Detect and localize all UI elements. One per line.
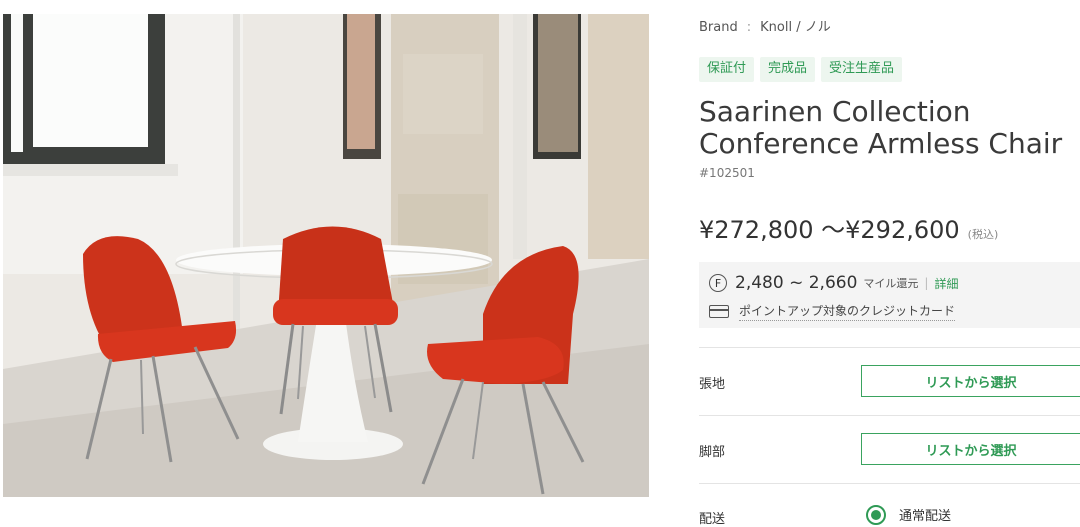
shipping-radio[interactable] (866, 505, 886, 525)
tag-warranty: 保証付 (699, 57, 755, 82)
miles-detail-link[interactable]: 詳細 (934, 275, 958, 292)
divider (699, 483, 1080, 484)
product-photo-illustration (3, 14, 649, 497)
miles-unit: マイル還元 (863, 277, 919, 290)
divider (699, 415, 1080, 416)
brand-name[interactable]: Knoll / ノル (760, 20, 831, 35)
miles-range: 2,480 ~ 2,660 (735, 273, 858, 293)
product-info-panel: Brand: Knoll / ノル 保証付 完成品 受注生産品 Saarinen … (699, 0, 1080, 527)
select-upholstery-button[interactable]: リストから選択 (861, 365, 1080, 397)
tag-made-to-order: 受注生産品 (821, 57, 903, 82)
credit-card-icon (709, 305, 729, 318)
product-sku: #102501 (699, 166, 755, 180)
product-title-line1: Saarinen Collection (699, 95, 971, 128)
brand-separator: : (746, 20, 752, 35)
product-title-line2: Conference Armless Chair (699, 127, 1063, 160)
select-base-button[interactable]: リストから選択 (861, 433, 1080, 465)
price-range: ¥272,800 ～¥292,600 (699, 216, 960, 244)
price: ¥272,800 ～¥292,600 (税込) (699, 210, 998, 245)
tax-note: (税込) (967, 228, 999, 241)
divider (699, 347, 1080, 348)
shipping-label: 配送 (699, 512, 726, 527)
shipping-option-label[interactable]: 通常配送 (899, 505, 951, 524)
miles-separator: | (924, 276, 929, 290)
tag-assembled: 完成品 (760, 57, 816, 82)
miles-box: F 2,480 ~ 2,660 マイル還元 | 詳細 ポイントアップ対象のクレジ… (699, 262, 1080, 328)
credit-card-link[interactable]: ポイントアップ対象のクレジットカード (739, 302, 956, 321)
option-label-upholstery: 張地 (699, 377, 726, 392)
option-label-base: 脚部 (699, 445, 726, 460)
product-title: Saarinen Collection Conference Armless C… (699, 96, 1080, 160)
product-image[interactable] (3, 14, 649, 497)
miles-line: F 2,480 ~ 2,660 マイル還元 | 詳細 (709, 273, 958, 293)
tag-list: 保証付 完成品 受注生産品 (699, 57, 903, 82)
credit-card-line[interactable]: ポイントアップ対象のクレジットカード (709, 302, 956, 321)
brand-label: Brand (699, 20, 738, 35)
brand-line: Brand: Knoll / ノル (699, 16, 831, 35)
f-badge-icon: F (709, 274, 727, 292)
